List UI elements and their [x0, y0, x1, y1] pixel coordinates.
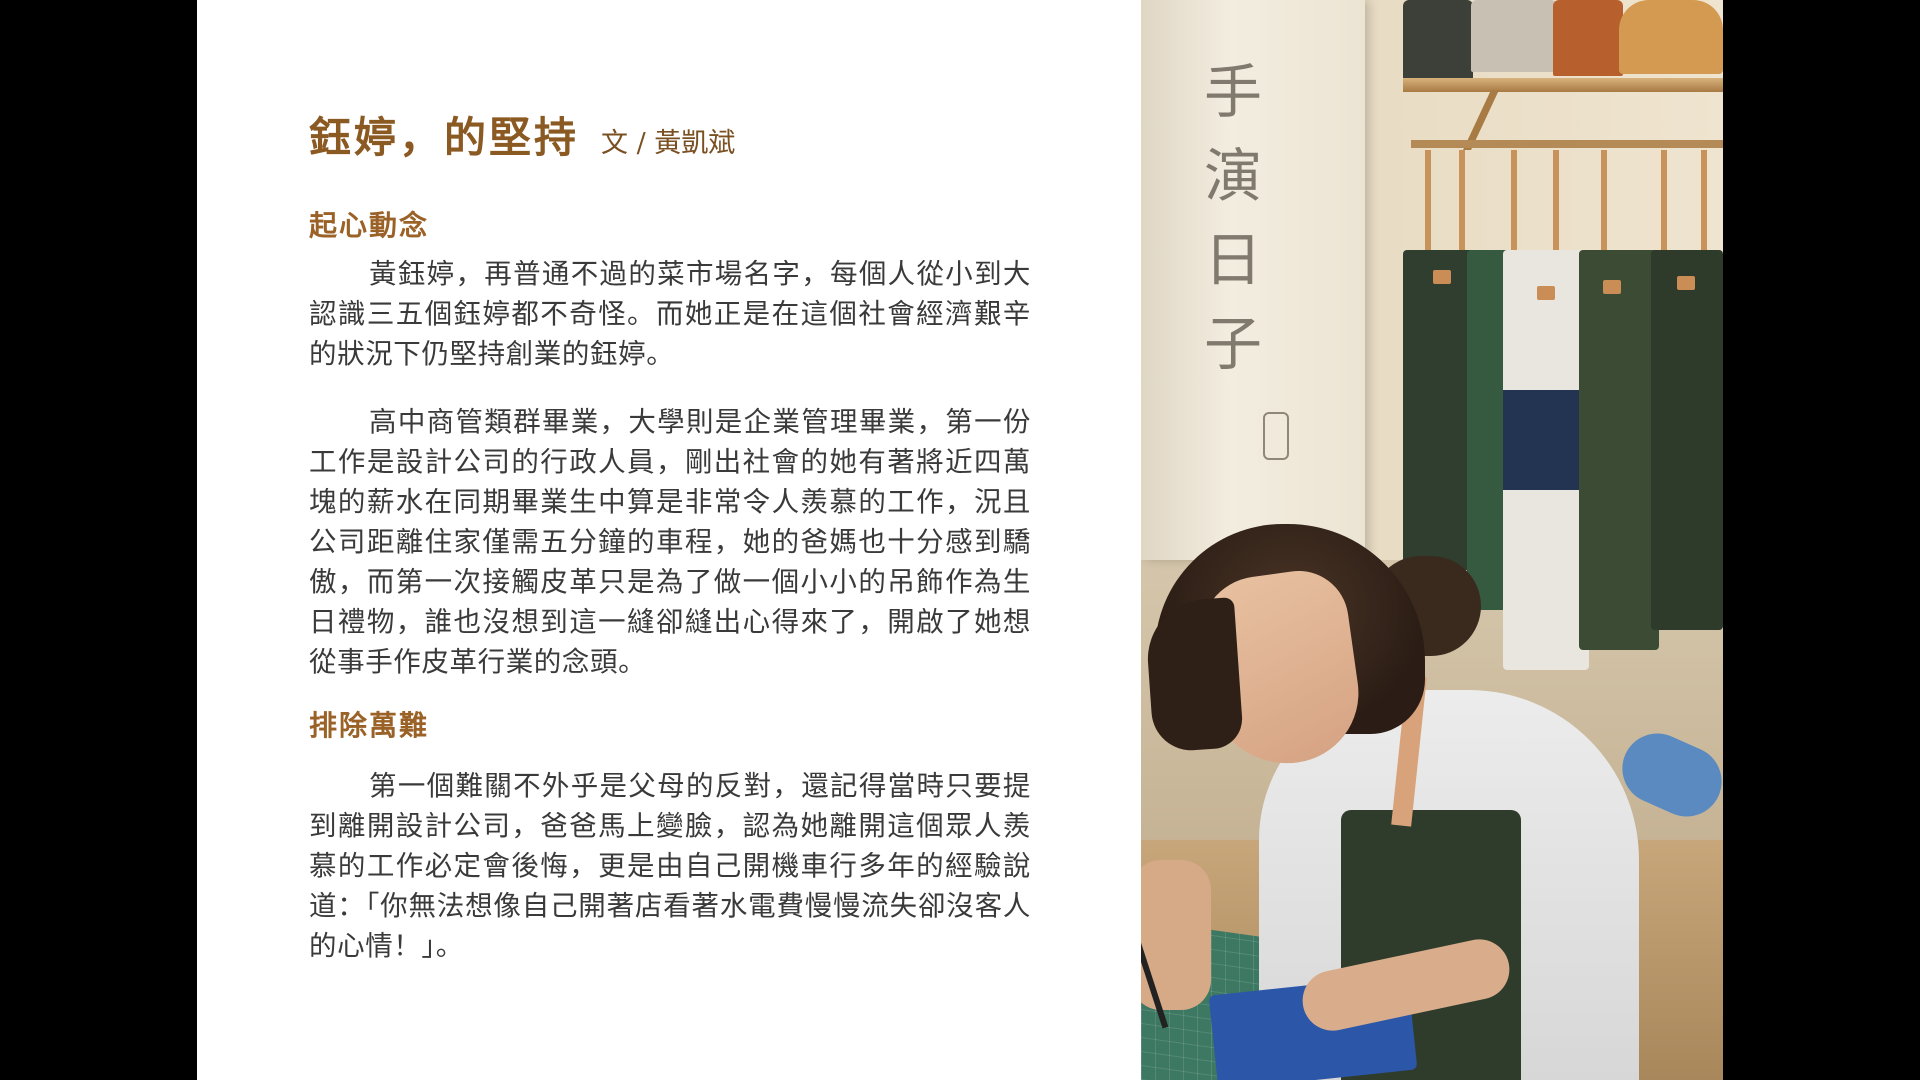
paragraph: 高中商管類群畢業，大學則是企業管理畢業，第一份工作是設計公司的行政人員，剛出社會… [309, 406, 1031, 678]
slide-frame: 鈺婷，的堅持 文 / 黃凱斌 起心動念 黃鈺婷，再普通不過的菜市場名字，每個人從… [0, 0, 1920, 1080]
banner-seal-icon [1263, 412, 1289, 460]
bag-shape [1403, 0, 1473, 80]
apron-strap [1553, 150, 1559, 260]
article-title: 鈺婷，的堅持 [309, 113, 580, 162]
article-text-column: 鈺婷，的堅持 文 / 黃凱斌 起心動念 黃鈺婷，再普通不過的菜市場名字，每個人從… [309, 104, 1031, 966]
apron-strap [1661, 150, 1667, 260]
wall-shelf [1403, 78, 1723, 92]
title-row: 鈺婷，的堅持 文 / 黃凱斌 [309, 104, 1031, 168]
hanging-apron [1579, 250, 1659, 650]
hanging-apron [1503, 250, 1589, 670]
article-page: 鈺婷，的堅持 文 / 黃凱斌 起心動念 黃鈺婷，再普通不過的菜市場名字，每個人從… [197, 0, 1723, 1080]
leather-workshop-photo: 手演日子 [1141, 0, 1723, 1080]
apron-strap [1601, 150, 1607, 260]
apron-rail [1411, 140, 1723, 148]
paragraph: 黃鈺婷，再普通不過的菜市場名字，每個人從小到大認識三五個鈺婷都不奇怪。而她正是在… [309, 258, 1031, 370]
section-heading-motivation: 起心動念 [309, 209, 430, 242]
apron-strap [1425, 150, 1431, 260]
apron-strap [1459, 150, 1465, 260]
hanging-apron [1651, 250, 1723, 630]
bag-shape [1471, 0, 1557, 72]
section-heading-obstacles: 排除萬難 [309, 709, 430, 742]
banner-text: 手演日子 [1203, 58, 1262, 378]
bag-shape [1553, 0, 1623, 76]
apron-strap [1701, 150, 1707, 260]
article-byline: 文 / 黃凱斌 [601, 128, 736, 159]
apron-strap [1511, 150, 1517, 260]
paragraph: 第一個難關不外乎是父母的反對，還記得當時只要提到離開設計公司，爸爸馬上變臉，認為… [309, 770, 1031, 962]
shop-banner: 手演日子 [1141, 0, 1365, 560]
bag-shape [1619, 0, 1723, 74]
